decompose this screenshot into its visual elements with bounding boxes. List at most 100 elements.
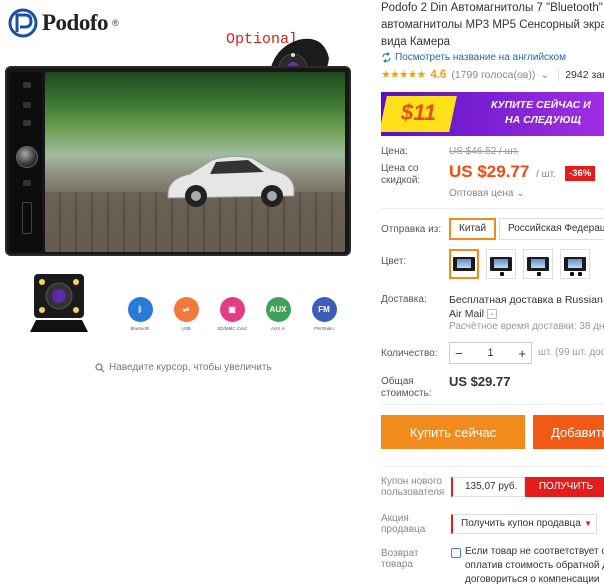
new-user-coupon-label-line1: Купон нового — [381, 476, 442, 487]
banner-text-line2: НА СЛЕДУЮЩ — [505, 114, 581, 126]
rating-row: ★★★★★ 4.6 (1799 голоса(ов)) ⌄ 2942 заказ… — [381, 68, 604, 81]
color-option-3[interactable] — [523, 249, 553, 279]
brand-name: Podofo — [42, 10, 109, 35]
camera-thumbnail-icon — [500, 272, 504, 276]
discount-price-label-line1: Цена со — [381, 163, 419, 174]
chevron-down-icon[interactable]: ⌄ — [540, 69, 549, 81]
radio-control-panel — [10, 72, 42, 252]
aux-icon: AUX — [265, 297, 291, 322]
power-button-icon — [23, 82, 31, 88]
discount-badge: -36% — [565, 166, 596, 181]
feature-usb: ⇌ USB — [170, 297, 202, 331]
translate-icon — [382, 52, 391, 63]
divider — [381, 208, 604, 209]
feature-label: SD/MMC Card — [217, 326, 247, 331]
promo-banner[interactable]: $11 КУПИТЕ СЕЙЧАС И НА СЛЕДУЮЩ — [381, 92, 604, 136]
volume-up-icon — [23, 102, 31, 108]
price-label: Цена: — [381, 146, 408, 157]
home-button-icon — [23, 180, 31, 186]
return-label-line1: Возврат — [381, 548, 419, 559]
buy-now-button[interactable]: Купить сейчас — [381, 415, 525, 449]
banner-amount: $11 — [401, 100, 437, 125]
total-label: Общая стоимость: — [381, 376, 432, 400]
car-radio-image — [5, 66, 351, 256]
shield-icon — [451, 548, 461, 558]
quantity-label: Количество: — [381, 348, 438, 359]
wholesale-price-text: Оптовая цена — [449, 188, 514, 199]
seller-promo-label-line2: продавца — [381, 524, 426, 535]
usb-icon: ⇌ — [173, 297, 199, 322]
quantity-stepper[interactable]: − 1 + — [449, 342, 532, 364]
quantity-value[interactable]: 1 — [487, 347, 493, 359]
orders-count: 2942 заказа — [558, 68, 604, 81]
delivery-method-select[interactable]: Air Mail ⌄ — [449, 307, 604, 321]
return-line2: оплатив стоимость обратной доставки, — [465, 560, 604, 571]
seller-promo-label: Акция продавца — [381, 513, 425, 535]
radio-thumbnail-icon — [564, 257, 586, 271]
podofo-logo-icon — [8, 8, 38, 38]
sd-slot-icon — [22, 202, 32, 234]
radio-thumbnail-icon — [490, 257, 512, 271]
zoom-hint: Наведите курсор, чтобы увеличить — [95, 362, 272, 373]
feature-fm: FM FM Radio — [308, 297, 340, 331]
translate-title-link[interactable]: Посмотреть название на английском — [381, 52, 566, 63]
plus-icon[interactable]: + — [518, 346, 526, 361]
translate-title-text: Посмотреть название на английском — [395, 52, 566, 63]
price-value: US $29.77 — [449, 162, 530, 181]
caret-down-icon: ▼ — [584, 519, 592, 528]
product-title: Podofo 2 Din Автомагнитолы 7 "Bluetooth"… — [381, 2, 604, 48]
old-price: US $46.52 / шт. — [449, 146, 519, 157]
return-label: Возврат товара — [381, 548, 419, 570]
return-policy-text: Если товар не соответствует описанию, оп… — [465, 545, 604, 585]
price-unit: / шт. — [536, 169, 556, 180]
seller-coupon-text: Получить купон продавца — [461, 518, 581, 529]
return-label-line2: товара — [381, 559, 413, 570]
volume-knob-icon — [16, 146, 38, 168]
sd-card-icon: ▣ — [219, 297, 245, 322]
zoom-hint-text: Наведите курсор, чтобы увеличить — [109, 362, 272, 373]
feature-bluetooth: ᛒ Bluetooth — [124, 297, 156, 331]
remote-thumbnail-icon — [578, 272, 582, 276]
color-option-4[interactable] — [560, 249, 590, 279]
current-price: US $29.77 / шт. — [449, 162, 556, 182]
delivery-info: Бесплатная доставка в Russian Air Mail ⌄ — [449, 293, 604, 321]
feature-label: Bluetooth — [130, 326, 150, 331]
ship-from-china[interactable]: Китай — [449, 218, 497, 240]
delivery-main-text: Бесплатная доставка в Russian — [449, 294, 603, 306]
votes-count[interactable]: (1799 голоса(ов)) — [451, 69, 535, 81]
ship-from-russia[interactable]: Российская Федерация — [499, 218, 604, 240]
product-gallery: Podofo ® Optional ᛒ Bluetooth ⇌ USB ▣ SD… — [0, 0, 372, 585]
seller-coupon-select[interactable]: Получить купон продавца ▼ — [451, 514, 597, 534]
quantity-available: шт. (99 шт. доступно) — [538, 347, 604, 358]
volume-down-icon — [23, 120, 31, 126]
remote-thumbnail-icon — [537, 272, 541, 276]
magnifier-icon — [95, 362, 105, 372]
delivery-time: Расчётное время доставки: 38 дней — [449, 321, 604, 332]
banner-text-line1: КУПИТЕ СЕЙЧАС И — [491, 99, 591, 111]
star-rating-icon: ★★★★★ — [381, 69, 426, 81]
wholesale-price-link[interactable]: Оптовая цена ⌄ — [449, 188, 525, 199]
total-label-line1: Общая — [381, 376, 414, 387]
new-user-coupon-label: Купон нового пользователя — [381, 476, 444, 498]
camera-thumbnail-icon — [570, 272, 574, 276]
color-option-1[interactable] — [449, 249, 479, 279]
color-option-2[interactable] — [486, 249, 516, 279]
feature-icons: ᛒ Bluetooth ⇌ USB ▣ SD/MMC Card AUX AUX … — [124, 297, 340, 331]
delivery-label: Доставка: — [381, 294, 427, 305]
get-coupon-button[interactable]: ПОЛУЧИТЬ — [525, 477, 604, 497]
discount-price-label: Цена со скидкой: — [381, 163, 420, 187]
return-line1: Если товар не соответствует описанию, — [465, 546, 604, 557]
rating-value: 4.6 — [430, 68, 447, 81]
minus-icon[interactable]: − — [455, 346, 463, 361]
product-info: Podofo 2 Din Автомагнитолы 7 "Bluetooth"… — [372, 0, 604, 585]
radio-screen — [45, 72, 345, 252]
chevron-down-icon: ⌄ — [486, 309, 497, 320]
add-to-cart-button[interactable]: Добавить — [533, 415, 604, 449]
ship-from-label: Отправка из: — [381, 224, 442, 235]
feature-label: FM Radio — [314, 326, 334, 331]
divider — [381, 466, 604, 467]
radio-thumbnail-icon — [527, 257, 549, 271]
total-price: US $29.77 — [449, 374, 511, 389]
banner-text: КУПИТЕ СЕЙЧАС И НА СЛЕДУЮЩ — [491, 98, 591, 128]
return-line3: договориться о компенсации — [465, 574, 600, 585]
